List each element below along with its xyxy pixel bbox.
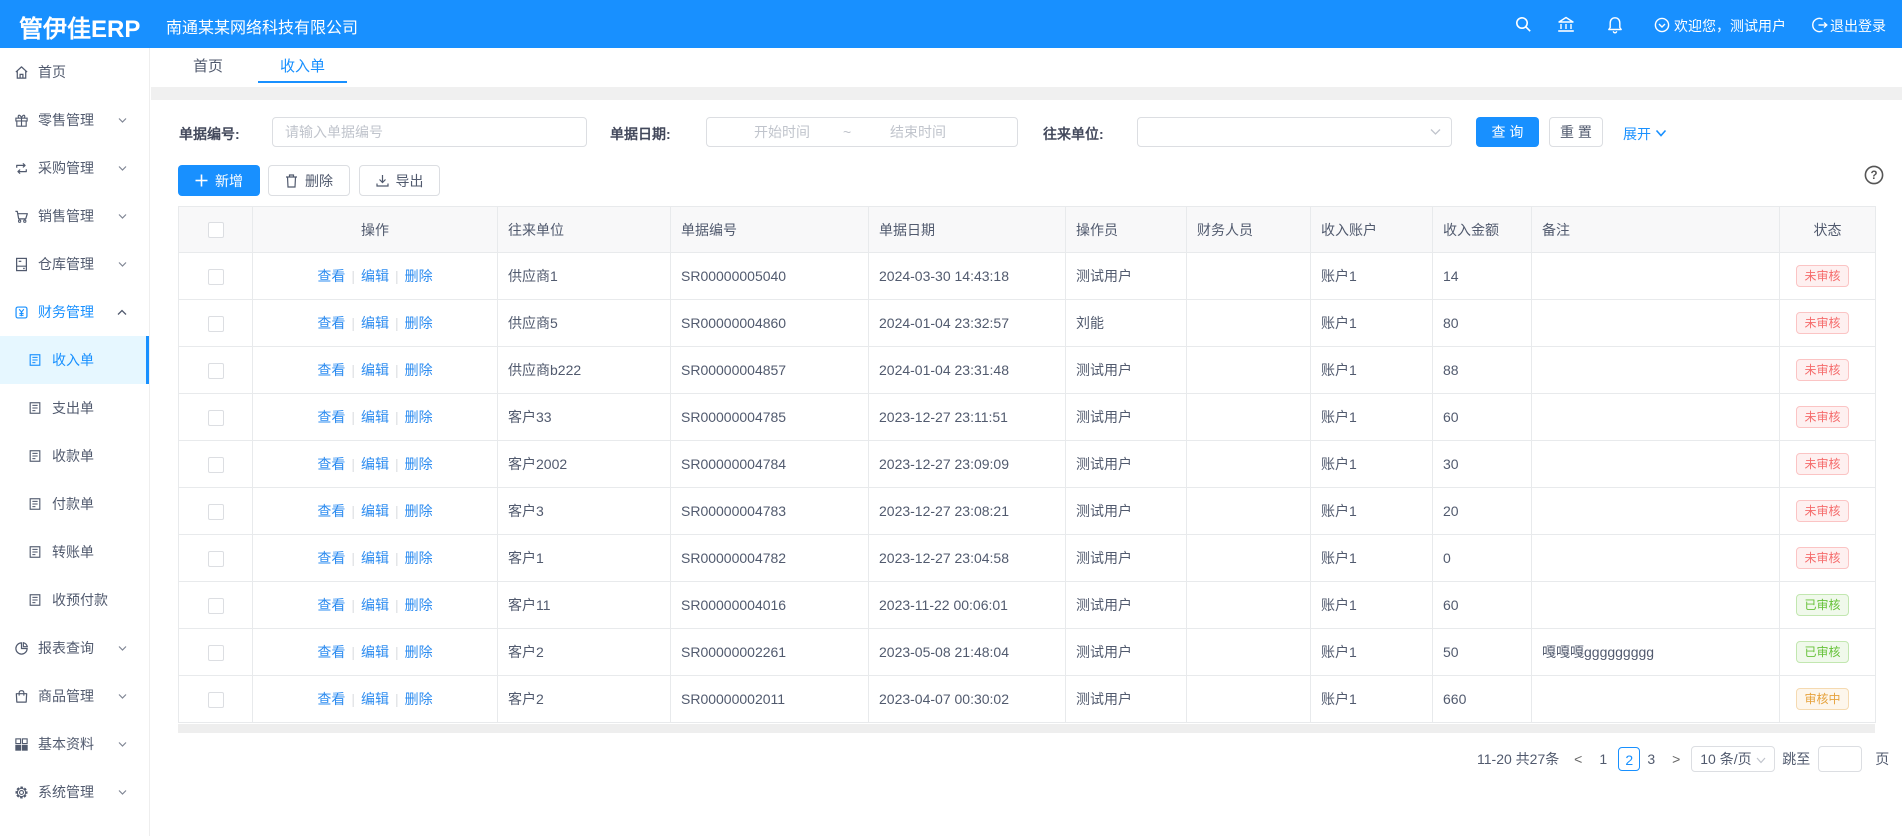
svg-text:?: ? [1870,170,1877,182]
